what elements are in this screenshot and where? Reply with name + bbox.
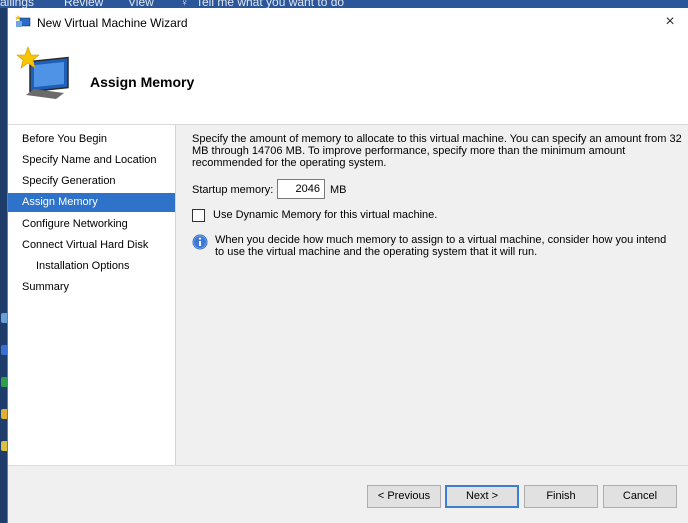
nav-item-summary[interactable]: Summary bbox=[8, 278, 175, 297]
ribbon-tab-mailings: ailings bbox=[0, 0, 35, 8]
nav-item-connect-virtual-hard-disk[interactable]: Connect Virtual Hard Disk bbox=[8, 236, 175, 255]
wizard-computer-icon bbox=[16, 46, 69, 99]
nav-item-assign-memory[interactable]: Assign Memory bbox=[8, 193, 175, 212]
ribbon-tell-me-icon: ♀ bbox=[180, 0, 189, 8]
close-button[interactable]: × bbox=[660, 12, 680, 32]
info-icon bbox=[192, 234, 208, 250]
ribbon-tell-me: Tell me what you want to do bbox=[196, 0, 345, 8]
page-heading: Assign Memory bbox=[90, 74, 195, 90]
previous-button[interactable]: < Previous bbox=[367, 485, 441, 508]
dynamic-memory-checkbox[interactable] bbox=[192, 209, 205, 222]
wizard-header: Assign Memory bbox=[8, 37, 688, 125]
startup-memory-input[interactable] bbox=[277, 179, 325, 199]
nav-item-configure-networking[interactable]: Configure Networking bbox=[8, 215, 175, 234]
startup-memory-label: Startup memory: bbox=[192, 184, 274, 196]
ribbon-tab-review: Review bbox=[64, 0, 104, 8]
memory-description: Specify the amount of memory to allocate… bbox=[192, 133, 682, 169]
nav-item-specify-name-location[interactable]: Specify Name and Location bbox=[8, 151, 175, 170]
nav-item-installation-options[interactable]: Installation Options bbox=[8, 257, 175, 276]
wizard-dialog: New Virtual Machine Wizard × Assign Memo… bbox=[7, 8, 688, 523]
title-bar: New Virtual Machine Wizard × bbox=[8, 8, 688, 37]
dynamic-memory-label[interactable]: Use Dynamic Memory for this virtual mach… bbox=[213, 209, 437, 221]
ribbon-tab-view: View bbox=[128, 0, 154, 8]
window-title: New Virtual Machine Wizard bbox=[37, 16, 188, 30]
startup-memory-unit: MB bbox=[330, 184, 347, 196]
nav-item-specify-generation[interactable]: Specify Generation bbox=[8, 172, 175, 191]
background-ribbon: ailings Review View ♀ Tell me what you w… bbox=[0, 0, 688, 8]
next-button[interactable]: Next > bbox=[445, 485, 519, 508]
cancel-button[interactable]: Cancel bbox=[603, 485, 677, 508]
wizard-steps-nav: Before You Begin Specify Name and Locati… bbox=[8, 125, 175, 465]
wizard-content: Specify the amount of memory to allocate… bbox=[176, 125, 688, 465]
memory-info-text: When you decide how much memory to assig… bbox=[215, 234, 667, 258]
hyperv-app-icon bbox=[15, 15, 31, 27]
nav-item-before-you-begin[interactable]: Before You Begin bbox=[8, 130, 175, 149]
wizard-footer: < Previous Next > Finish Cancel bbox=[8, 465, 688, 523]
finish-button[interactable]: Finish bbox=[524, 485, 598, 508]
